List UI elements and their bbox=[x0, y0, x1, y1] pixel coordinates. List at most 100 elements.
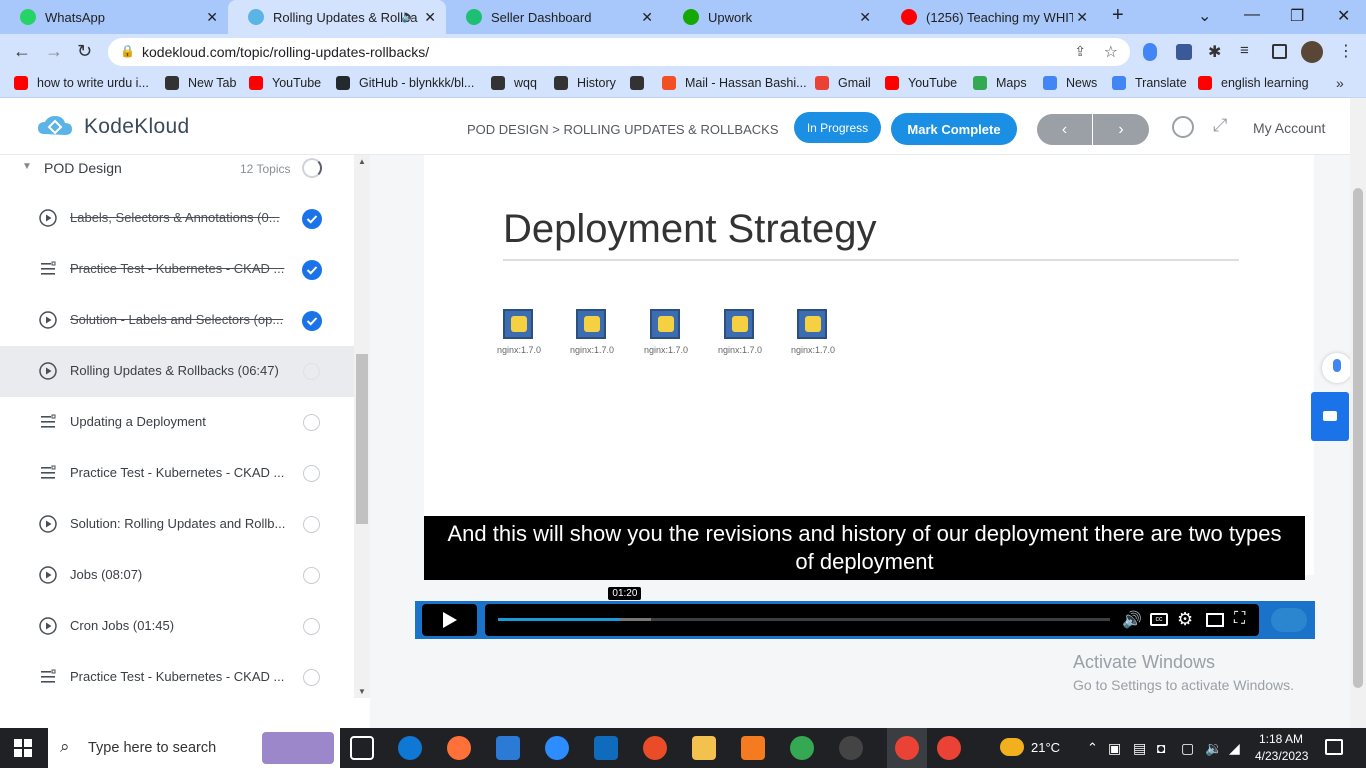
previous-lesson-button[interactable]: ‹ bbox=[1037, 114, 1092, 145]
play-button[interactable] bbox=[422, 604, 477, 636]
lesson-item[interactable]: Solution: Rolling Updates and Rollb... bbox=[0, 499, 354, 550]
sidebar-scrollbar-thumb[interactable] bbox=[356, 354, 368, 524]
tab-search-chevron-icon[interactable]: ⌄ bbox=[1198, 6, 1211, 26]
voice-input-microphone-icon[interactable] bbox=[1322, 353, 1352, 383]
profile-avatar[interactable] bbox=[1301, 41, 1323, 63]
incomplete-status-circle[interactable] bbox=[303, 465, 320, 482]
browser-tab[interactable]: Upwork ✕ bbox=[663, 0, 881, 34]
bookmark-item[interactable]: YouTube bbox=[249, 76, 321, 90]
chrome-active-taskbar-button[interactable] bbox=[887, 728, 927, 768]
completed-check-icon[interactable] bbox=[302, 260, 322, 280]
taskbar-search-box[interactable]: ⌕ Type here to search bbox=[48, 728, 340, 768]
tray-display-icon[interactable]: ▤ bbox=[1133, 740, 1146, 757]
phone-link-icon[interactable] bbox=[545, 736, 569, 760]
lesson-item[interactable]: Practice Test - Kubernetes - CKAD ... bbox=[0, 448, 354, 499]
browser-tab[interactable]: WhatsApp ✕ bbox=[0, 0, 228, 34]
extensions-puzzle-icon[interactable]: ✱ bbox=[1208, 42, 1221, 62]
bookmark-item[interactable]: News bbox=[1043, 76, 1097, 90]
collapse-caret-icon[interactable]: ▼ bbox=[22, 161, 32, 172]
bookmark-item[interactable]: how to write urdu i... bbox=[14, 76, 149, 90]
kodekloud-logo-icon[interactable] bbox=[36, 114, 74, 140]
firefox-icon[interactable] bbox=[447, 736, 471, 760]
download-extension-icon[interactable] bbox=[1176, 44, 1192, 60]
tab-close-icon[interactable]: ✕ bbox=[641, 9, 653, 26]
bookmark-item[interactable]: Mail - Hassan Bashi... bbox=[662, 76, 807, 90]
lesson-item[interactable]: Practice Test - Kubernetes - CKAD ... bbox=[0, 652, 354, 703]
voice-extension-icon[interactable] bbox=[1143, 43, 1157, 61]
mark-complete-button[interactable]: Mark Complete bbox=[891, 113, 1017, 145]
task-view-icon[interactable] bbox=[350, 736, 374, 760]
lesson-item[interactable]: Labels, Selectors & Annotations (0... bbox=[0, 193, 354, 244]
bookmark-item[interactable]: History bbox=[554, 76, 616, 90]
bookmark-item[interactable]: GitHub - blynkkk/bl... bbox=[336, 76, 474, 90]
tray-network-devices-icon[interactable]: ▣ bbox=[1108, 740, 1121, 757]
bookmark-item[interactable]: Maps bbox=[973, 76, 1027, 90]
lesson-item[interactable]: Jobs (08:07) bbox=[0, 550, 354, 601]
current-status-circle[interactable] bbox=[303, 363, 320, 380]
lesson-item[interactable]: Rolling Updates & Rollbacks (06:47) bbox=[0, 346, 354, 397]
share-icon[interactable]: ⇪ bbox=[1074, 43, 1086, 60]
completed-check-icon[interactable] bbox=[302, 311, 322, 331]
windows-start-icon[interactable] bbox=[14, 739, 32, 757]
incomplete-status-circle[interactable] bbox=[303, 567, 320, 584]
obs-icon[interactable] bbox=[839, 736, 863, 760]
lesson-item[interactable]: Practice Test - Kubernetes - CKAD ... bbox=[0, 244, 354, 295]
bookmark-item[interactable]: Gmail bbox=[815, 76, 871, 90]
browser-tab[interactable]: Seller Dashboard ✕ bbox=[446, 0, 663, 34]
bookmark-item[interactable]: english learning bbox=[1198, 76, 1309, 90]
settings-gear-icon[interactable]: ⚙ bbox=[1177, 609, 1193, 630]
browser-tab[interactable]: Rolling Updates & Rollba 🔈 ✕ bbox=[228, 0, 446, 34]
browser-menu-icon[interactable]: ⋮ bbox=[1338, 41, 1354, 61]
lesson-item[interactable]: Solution - Labels and Selectors (op... bbox=[0, 295, 354, 346]
lock-icon[interactable]: 🔒 bbox=[120, 44, 135, 58]
bookmark-item[interactable]: New Tab bbox=[165, 76, 236, 90]
bookmark-item[interactable] bbox=[630, 76, 653, 90]
mail-icon[interactable] bbox=[594, 736, 618, 760]
dark-mode-moon-icon[interactable] bbox=[1172, 116, 1194, 138]
tab-close-icon[interactable]: ✕ bbox=[859, 9, 871, 26]
picture-in-picture-icon[interactable] bbox=[1206, 613, 1224, 627]
tray-screen-icon[interactable]: ▢ bbox=[1181, 740, 1194, 757]
fullscreen-icon[interactable]: ⛶ bbox=[1234, 610, 1245, 628]
reading-list-icon[interactable]: ≡ bbox=[1240, 42, 1249, 59]
incomplete-status-circle[interactable] bbox=[303, 414, 320, 431]
weather-temperature[interactable]: 21°C bbox=[1031, 740, 1060, 755]
microsoft-store-icon[interactable] bbox=[496, 736, 520, 760]
progress-track[interactable] bbox=[498, 618, 1110, 621]
chat-widget-button[interactable] bbox=[1311, 392, 1349, 441]
reload-icon[interactable]: ↻ bbox=[77, 41, 92, 62]
lesson-item[interactable]: Cron Jobs (01:45) bbox=[0, 601, 354, 652]
scroll-down-arrow-icon[interactable]: ▼ bbox=[358, 687, 366, 696]
fullscreen-expand-icon[interactable]: ⤢ bbox=[1213, 115, 1227, 136]
omnibox[interactable]: 🔒 kodekloud.com/topic/rolling-updates-ro… bbox=[108, 38, 1130, 66]
incomplete-status-circle[interactable] bbox=[303, 516, 320, 533]
video-frame[interactable]: Deployment Strategy nginx:1.7.0 nginx:1.7… bbox=[424, 155, 1314, 575]
my-account-link[interactable]: My Account bbox=[1253, 120, 1325, 136]
side-panel-icon[interactable] bbox=[1272, 44, 1287, 59]
clock[interactable]: 1:18 AM 4/23/2023 bbox=[1255, 732, 1308, 763]
closed-captions-icon[interactable]: cc bbox=[1150, 613, 1168, 626]
page-scrollbar-thumb[interactable] bbox=[1353, 188, 1363, 688]
volume-icon[interactable]: 🔊 bbox=[1122, 610, 1142, 630]
tab-audio-muted-icon[interactable]: 🔈 bbox=[401, 9, 416, 23]
volume-tray-icon[interactable]: 🔉 bbox=[1205, 740, 1222, 757]
incomplete-status-circle[interactable] bbox=[303, 618, 320, 635]
bookmark-star-icon[interactable]: ☆ bbox=[1104, 42, 1118, 62]
scroll-up-arrow-icon[interactable]: ▲ bbox=[358, 157, 366, 166]
close-window-icon[interactable]: ✕ bbox=[1337, 6, 1350, 26]
tray-webcam-icon[interactable]: ◘ bbox=[1157, 740, 1165, 756]
app-red-icon[interactable] bbox=[643, 736, 667, 760]
minimize-icon[interactable]: — bbox=[1244, 6, 1260, 24]
show-hidden-icons-chevron[interactable]: ⌃ bbox=[1087, 740, 1098, 756]
completed-check-icon[interactable] bbox=[302, 209, 322, 229]
notifications-icon[interactable] bbox=[1325, 739, 1343, 755]
chrome-icon[interactable] bbox=[790, 736, 814, 760]
kodekloud-player-logo-icon[interactable] bbox=[1271, 608, 1307, 632]
tab-close-icon[interactable]: ✕ bbox=[1076, 9, 1088, 26]
tab-close-icon[interactable]: ✕ bbox=[424, 9, 436, 26]
browser-tab[interactable]: (1256) Teaching my WHITE fr✕ bbox=[881, 0, 1098, 34]
sublime-or-app-orange-icon[interactable] bbox=[741, 736, 765, 760]
bookmark-item[interactable]: Translate bbox=[1112, 76, 1187, 90]
incomplete-status-circle[interactable] bbox=[303, 669, 320, 686]
kodekloud-logo-text[interactable]: KodeKloud bbox=[84, 115, 189, 139]
